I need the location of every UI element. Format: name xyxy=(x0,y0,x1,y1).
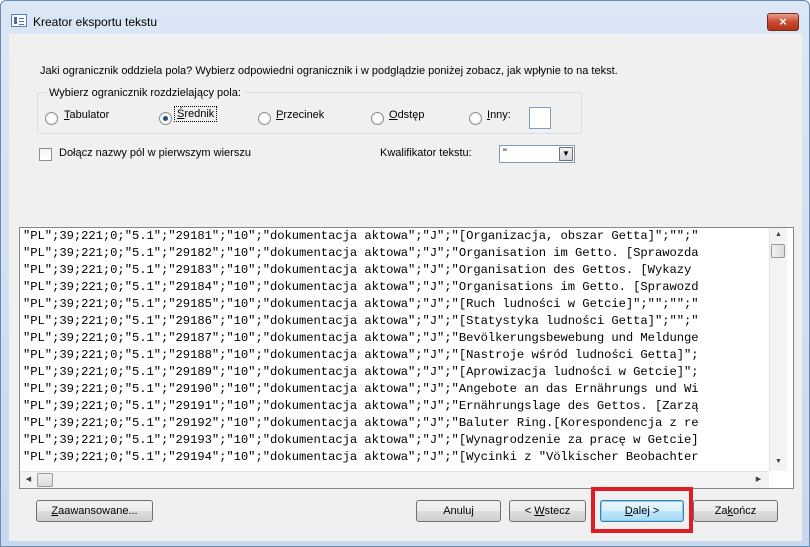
include-field-names-checkbox[interactable] xyxy=(39,148,52,161)
radio-tabulator[interactable] xyxy=(45,112,58,125)
label-part: ończ xyxy=(733,505,757,517)
preview-line: "PL";39;221;0;"5.1";"29185";"10";"dokume… xyxy=(23,297,699,311)
label-part: rzecinek xyxy=(283,109,325,121)
label-part: Anuluj xyxy=(443,505,474,517)
radio-odstep[interactable] xyxy=(371,112,384,125)
chevron-down-icon[interactable]: ▼ xyxy=(559,147,573,161)
delimiter-group-legend: Wybierz ogranicznik rozdzielający pola: xyxy=(46,87,244,99)
label-part: nny: xyxy=(490,109,511,121)
preview-line: "PL";39;221;0;"5.1";"29183";"10";"dokume… xyxy=(23,263,692,277)
title-bar[interactable]: Kreator eksportu tekstu × xyxy=(1,1,809,31)
radio-srednik-label[interactable]: Średnik xyxy=(173,106,218,122)
vertical-scroll-thumb[interactable] xyxy=(771,244,785,258)
text-qualifier-value: " xyxy=(503,147,507,159)
radio-przecinek[interactable] xyxy=(258,112,271,125)
next-button-highlight xyxy=(591,487,693,533)
radio-srednik[interactable] xyxy=(159,112,172,125)
vertical-scrollbar[interactable]: ▲ ▼ xyxy=(769,228,787,471)
label-part: stecz xyxy=(544,505,571,517)
access-key: W xyxy=(534,505,545,517)
label-part: abulator xyxy=(69,109,110,121)
finish-button[interactable]: Zakończ xyxy=(693,500,778,522)
preview-lines: "PL";39;221;0;"5.1";"29181";"10";"dokume… xyxy=(23,228,766,464)
text-qualifier-label: Kwalifikator tekstu: xyxy=(380,147,472,159)
text-qualifier-combo[interactable]: " ▼ xyxy=(499,145,575,163)
label-part: dstęp xyxy=(397,109,425,121)
scroll-down-icon[interactable]: ▼ xyxy=(770,458,787,465)
focus-rect: Średnik xyxy=(173,106,218,122)
include-field-names-label[interactable]: Dołącz nazwy pól w pierwszym wierszu xyxy=(59,147,251,159)
radio-tabulator-label[interactable]: Tabulator xyxy=(64,109,109,121)
radio-inny-label[interactable]: Inny: xyxy=(487,109,511,121)
preview-line: "PL";39;221;0;"5.1";"29186";"10";"dokume… xyxy=(23,314,699,328)
cancel-button[interactable]: Anuluj xyxy=(416,500,501,522)
window-title: Kreator eksportu tekstu xyxy=(33,15,158,29)
delimiter-prompt: Jaki ogranicznik oddziela pola? Wybierz … xyxy=(40,65,618,77)
back-button[interactable]: < Wstecz xyxy=(509,500,586,522)
radio-odstep-label[interactable]: Odstęp xyxy=(389,109,424,121)
preview-line: "PL";39;221;0;"5.1";"29188";"10";"dokume… xyxy=(23,348,699,362)
scroll-up-icon[interactable]: ▲ xyxy=(770,231,787,238)
label-part: < xyxy=(524,505,535,517)
app-window-icon xyxy=(11,14,27,27)
preview-line: "PL";39;221;0;"5.1";"29182";"10";"dokume… xyxy=(23,246,699,260)
radio-przecinek-label[interactable]: Przecinek xyxy=(276,109,324,121)
preview-line: "PL";39;221;0;"5.1";"29194";"10";"dokume… xyxy=(23,450,699,464)
preview-line: "PL";39;221;0;"5.1";"29187";"10";"dokume… xyxy=(23,331,699,345)
advanced-button[interactable]: Zaawansowane... xyxy=(36,500,153,522)
label-part: aawansowane... xyxy=(58,505,138,517)
scroll-left-icon[interactable]: ◀ xyxy=(20,475,37,483)
label-part: Za xyxy=(714,505,728,517)
preview-line: "PL";39;221;0;"5.1";"29193";"10";"dokume… xyxy=(23,433,699,447)
export-wizard-window: Kreator eksportu tekstu × Jaki ograniczn… xyxy=(0,0,810,547)
preview-line: "PL";39;221;0;"5.1";"29181";"10";"dokume… xyxy=(23,229,699,243)
preview-line: "PL";39;221;0;"5.1";"29189";"10";"dokume… xyxy=(23,365,699,379)
scroll-right-icon[interactable]: ▶ xyxy=(750,475,767,483)
wizard-client-area: Jaki ogranicznik oddziela pola? Wybierz … xyxy=(9,34,802,541)
label-part: rednik xyxy=(184,108,215,120)
preview-line: "PL";39;221;0;"5.1";"29184";"10";"dokume… xyxy=(23,280,699,294)
preview-line: "PL";39;221;0;"5.1";"29190";"10";"dokume… xyxy=(23,382,699,396)
radio-inny[interactable] xyxy=(469,112,482,125)
close-button[interactable]: × xyxy=(767,13,799,31)
other-delimiter-input[interactable] xyxy=(529,107,551,129)
horizontal-scroll-thumb[interactable] xyxy=(37,473,53,487)
preview-line: "PL";39;221;0;"5.1";"29191";"10";"dokume… xyxy=(23,399,699,413)
preview-line: "PL";39;221;0;"5.1";"29192";"10";"dokume… xyxy=(23,416,699,430)
access-key: O xyxy=(389,109,398,121)
preview-pane[interactable]: "PL";39;221;0;"5.1";"29181";"10";"dokume… xyxy=(19,227,794,489)
